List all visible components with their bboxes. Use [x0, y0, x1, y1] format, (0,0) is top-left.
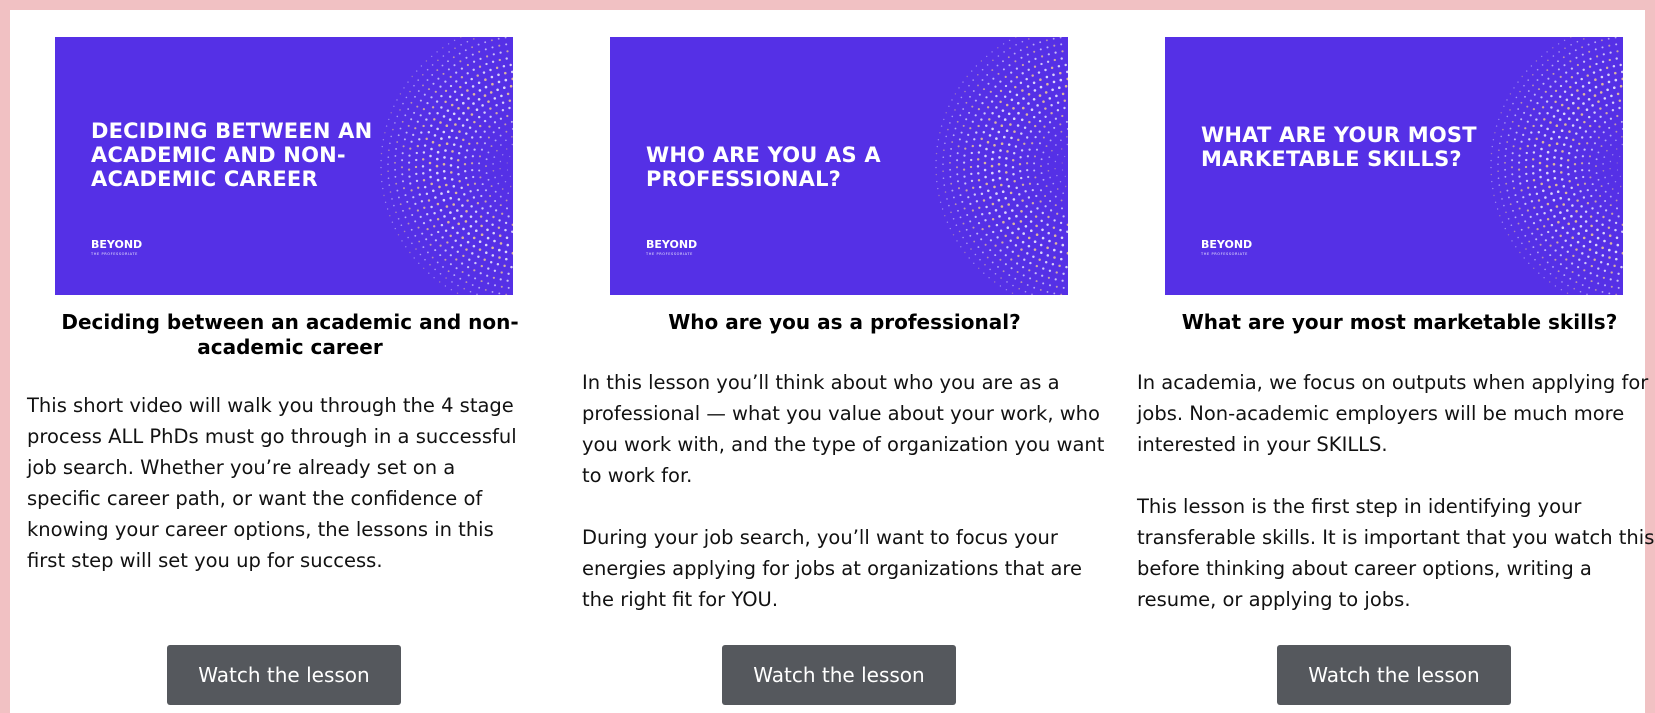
lesson-description: In academia, we focus on outputs when ap…	[1137, 367, 1655, 615]
lesson-heading: What are your most marketable skills?	[1181, 310, 1618, 334]
beyond-professoriate-logo: BEYOND THE PROFESSORIATE	[1201, 238, 1253, 257]
watch-lesson-button[interactable]: Watch the lesson	[722, 645, 956, 705]
thumbnail-title: WHO ARE YOU AS A PROFESSIONAL?	[646, 143, 881, 191]
description-paragraph: During your job search, you’ll want to f…	[582, 526, 1083, 611]
lesson-heading: Deciding between an academic and non-aca…	[61, 310, 519, 359]
lesson-thumbnail-academic-career[interactable]: DECIDING BETWEEN AN ACADEMIC AND NON-ACA…	[55, 37, 513, 295]
watch-lesson-button[interactable]: Watch the lesson	[1277, 645, 1511, 705]
lesson-thumbnail-marketable-skills[interactable]: WHAT ARE YOUR MOST MARKETABLE SKILLS? BE…	[1165, 37, 1623, 295]
beyond-professoriate-logo: BEYOND THE PROFESSORIATE	[91, 238, 143, 257]
lesson-description: In this lesson you’ll think about who yo…	[582, 367, 1107, 615]
lesson-heading: Who are you as a professional?	[668, 310, 1021, 334]
lesson-thumbnail-professional-identity[interactable]: WHO ARE YOU AS A PROFESSIONAL? BEYOND TH…	[610, 37, 1068, 295]
description-paragraph: In this lesson you’ll think about who yo…	[582, 371, 1105, 487]
thumbnail-title: WHAT ARE YOUR MOST MARKETABLE SKILLS?	[1201, 123, 1477, 171]
description-paragraph: In academia, we focus on outputs when ap…	[1137, 371, 1649, 456]
thumbnail-title: DECIDING BETWEEN AN ACADEMIC AND NON-ACA…	[91, 119, 373, 191]
lesson-description: This short video will walk you through t…	[27, 390, 527, 576]
description-paragraph: This short video will walk you through t…	[27, 394, 517, 572]
lesson-cards-panel: DECIDING BETWEEN AN ACADEMIC AND NON-ACA…	[0, 0, 1655, 713]
watch-lesson-button[interactable]: Watch the lesson	[167, 645, 401, 705]
description-paragraph: This lesson is the first step in identif…	[1137, 495, 1655, 611]
beyond-professoriate-logo: BEYOND THE PROFESSORIATE	[646, 238, 698, 257]
